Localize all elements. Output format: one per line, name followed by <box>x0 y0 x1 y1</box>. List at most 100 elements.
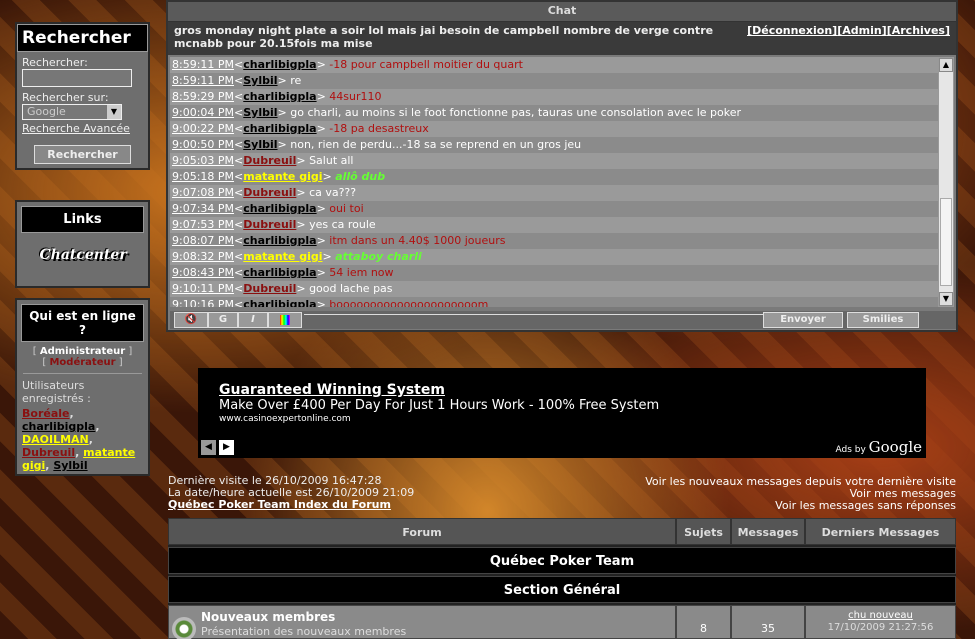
nick-close: > <box>296 186 310 199</box>
archives-link[interactable]: [Archives] <box>887 24 950 37</box>
nick-close: > <box>316 298 330 307</box>
message-time[interactable]: 9:08:43 PM <box>172 266 234 279</box>
scroll-up-icon[interactable]: ▲ <box>939 58 953 72</box>
message-nick[interactable]: charlibigpla <box>243 122 316 135</box>
visit-info: Dernière visite le 26/10/2009 16:47:28 L… <box>168 475 414 511</box>
message-time[interactable]: 9:00:50 PM <box>172 138 234 151</box>
message-time[interactable]: 9:10:16 PM <box>172 298 234 307</box>
chatcenter-logo[interactable]: Chatcenter <box>40 237 127 273</box>
message-time[interactable]: 8:59:29 PM <box>172 90 234 103</box>
chat-message: 9:05:03 PM<Dubreuil> Salut all <box>170 153 940 169</box>
section-title[interactable]: Section Général <box>168 576 956 603</box>
online-user-link[interactable]: Dubreuil <box>22 446 75 459</box>
message-nick[interactable]: charlibigpla <box>243 90 316 103</box>
message-time[interactable]: 9:07:34 PM <box>172 202 234 215</box>
message-nick[interactable]: Dubreuil <box>243 218 296 231</box>
color-picker-button[interactable] <box>268 312 302 328</box>
forum-table: Forum Sujets Messages Derniers Messages … <box>168 518 956 639</box>
search-engine-value: Google <box>27 105 66 118</box>
scroll-down-icon[interactable]: ▼ <box>939 292 953 306</box>
message-time[interactable]: 9:00:22 PM <box>172 122 234 135</box>
online-user-link[interactable]: DAOILMAN <box>22 433 89 446</box>
italic-button[interactable]: I <box>238 312 268 328</box>
message-nick[interactable]: charlibigpla <box>243 234 316 247</box>
ad-url[interactable]: www.casinoexpertonline.com <box>219 414 351 424</box>
speaker-muted-icon: 🔇 <box>184 314 198 325</box>
chat-topic: gros monday night plate a soir lol mais … <box>174 24 714 50</box>
message-time[interactable]: 9:05:18 PM <box>172 170 234 183</box>
message-time[interactable]: 8:59:11 PM <box>172 74 234 87</box>
search-button[interactable]: Rechercher <box>34 145 131 164</box>
message-nick[interactable]: charlibigpla <box>243 202 316 215</box>
message-nick[interactable]: Sylbil <box>243 74 277 87</box>
online-user-link[interactable]: charlibigpla <box>22 420 95 433</box>
send-button[interactable]: Envoyer <box>763 312 843 328</box>
nick-open: < <box>234 266 244 279</box>
message-text: -18 pour campbell moitier du quart <box>329 58 523 71</box>
message-nick[interactable]: matante gigi <box>243 250 322 263</box>
unanswered-messages-link[interactable]: Voir les messages sans réponses <box>645 500 956 512</box>
online-panel-title: Qui est en ligne ? <box>21 304 144 342</box>
chat-box: Chat gros monday night plate a soir lol … <box>166 0 958 332</box>
message-text: ca va??? <box>309 186 357 199</box>
bold-button[interactable]: G <box>208 312 238 328</box>
separator: , <box>88 433 93 446</box>
message-nick[interactable]: charlibigpla <box>243 266 316 279</box>
category-title[interactable]: Québec Poker Team <box>168 547 956 574</box>
advanced-search-link[interactable]: Recherche Avancée <box>22 122 148 135</box>
message-nick[interactable]: charlibigpla <box>243 298 316 307</box>
role-legend: [ Administrateur ] [ Modérateur ] <box>32 346 133 368</box>
nick-open: < <box>234 298 244 307</box>
nick-close: > <box>322 170 336 183</box>
ad-title-link[interactable]: Guaranteed Winning System <box>219 382 445 398</box>
chat-header: Chat <box>168 2 956 22</box>
search-input[interactable] <box>22 69 132 87</box>
message-links: Voir les nouveaux messages depuis votre … <box>645 476 956 512</box>
message-nick[interactable]: matante gigi <box>243 170 322 183</box>
chat-scrollbar[interactable]: ▲ ▼ <box>938 57 954 307</box>
ads-by-google[interactable]: Ads by Google <box>835 438 922 456</box>
logout-link[interactable]: [Déconnexion] <box>747 24 837 37</box>
message-time[interactable]: 9:05:03 PM <box>172 154 234 167</box>
nick-open: < <box>234 58 244 71</box>
chat-message: 9:07:34 PM<charlibigpla> oui toi <box>170 201 940 217</box>
online-user-link[interactable]: Sylbil <box>53 459 87 472</box>
scroll-thumb[interactable] <box>940 198 952 286</box>
google-label: Google <box>868 438 922 456</box>
ad-prev-icon[interactable]: ◀ <box>201 440 216 455</box>
last-post-user-link[interactable]: chu nouveau <box>848 610 913 621</box>
message-nick[interactable]: Dubreuil <box>243 186 296 199</box>
message-time[interactable]: 9:08:07 PM <box>172 234 234 247</box>
chat-message-input[interactable] <box>304 314 764 315</box>
nick-close: > <box>316 202 330 215</box>
sound-toggle-button[interactable]: 🔇 <box>174 312 208 328</box>
message-nick[interactable]: Dubreuil <box>243 282 296 295</box>
message-text: attaboy charli <box>335 250 422 263</box>
message-nick[interactable]: charlibigpla <box>243 58 316 71</box>
message-time[interactable]: 8:59:11 PM <box>172 58 234 71</box>
message-time[interactable]: 9:00:04 PM <box>172 106 234 119</box>
message-time[interactable]: 9:10:11 PM <box>172 282 234 295</box>
message-nick[interactable]: Sylbil <box>243 138 277 151</box>
forum-name-link[interactable]: Nouveaux membres <box>201 610 335 624</box>
admin-link[interactable]: [Admin] <box>837 24 887 37</box>
online-user-link[interactable]: Boréale <box>22 407 69 420</box>
chat-topic-bar: gros monday night plate a soir lol mais … <box>168 22 956 55</box>
search-on-label: Rechercher sur: <box>22 91 109 104</box>
message-time[interactable]: 9:07:08 PM <box>172 186 234 199</box>
ad-next-icon[interactable]: ▶ <box>219 440 234 455</box>
message-text: booooooooooooooooooooom <box>329 298 489 307</box>
message-text: oui toi <box>329 202 364 215</box>
message-time[interactable]: 9:07:53 PM <box>172 218 234 231</box>
chat-message: 9:00:50 PM<Sylbil> non, rien de perdu...… <box>170 137 940 153</box>
nick-open: < <box>234 186 244 199</box>
nick-open: < <box>234 170 244 183</box>
chevron-down-icon[interactable]: ▼ <box>107 105 121 119</box>
ad-banner: Guaranteed Winning System Make Over £400… <box>198 368 926 458</box>
smilies-button[interactable]: Smilies <box>847 312 919 328</box>
message-time[interactable]: 9:08:32 PM <box>172 250 234 263</box>
search-engine-select[interactable]: Google ▼ <box>22 104 122 120</box>
message-nick[interactable]: Sylbil <box>243 106 277 119</box>
message-nick[interactable]: Dubreuil <box>243 154 296 167</box>
forum-index-link[interactable]: Québec Poker Team Index du Forum <box>168 499 414 511</box>
